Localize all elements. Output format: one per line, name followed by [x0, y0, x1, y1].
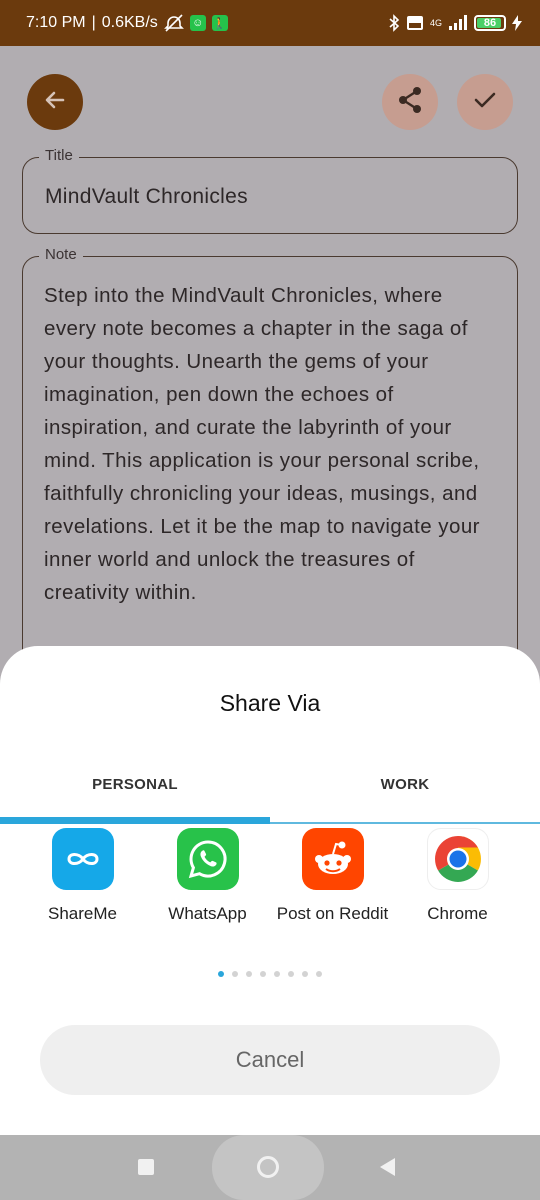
app-notification-icon: ☺: [189, 15, 206, 31]
back-button[interactable]: [27, 74, 83, 130]
tab-personal[interactable]: PERSONAL: [0, 776, 270, 793]
title-field[interactable]: Title MindVault Chronicles: [22, 147, 518, 234]
share-icon: [397, 86, 423, 119]
page-dot: [316, 971, 322, 977]
page-indicator: [0, 971, 540, 977]
status-bar: 7:10 PM | 0.6KB/s ☺ 🚶 4G 86: [0, 0, 540, 46]
back-triangle-icon[interactable]: [380, 1158, 395, 1176]
charging-icon: [512, 15, 522, 31]
share-button[interactable]: [382, 74, 438, 130]
bluetooth-icon: [388, 14, 400, 32]
volte-icon: [406, 15, 424, 31]
battery-icon: 86: [474, 15, 506, 31]
app-label: Post on Reddit: [276, 904, 389, 923]
share-target-reddit[interactable]: Post on Reddit: [270, 828, 395, 924]
title-value: MindVault Chronicles: [45, 185, 248, 208]
app-label: Chrome: [427, 904, 488, 923]
signal-icon: [448, 15, 468, 31]
share-sheet-title: Share Via: [219, 690, 321, 716]
share-target-chrome[interactable]: Chrome: [395, 828, 520, 924]
page-dot: [246, 971, 252, 977]
home-icon[interactable]: [257, 1156, 279, 1178]
chrome-icon: [426, 828, 489, 890]
fitness-notification-icon: 🚶: [211, 15, 228, 31]
share-target-whatsapp[interactable]: WhatsApp: [145, 828, 270, 924]
network-type: 4G: [429, 18, 442, 28]
check-icon: [472, 87, 498, 118]
page-dot: [218, 971, 224, 977]
recents-icon[interactable]: [138, 1159, 154, 1175]
title-label: Title: [39, 147, 79, 164]
status-speed: 0.6KB/s: [101, 14, 158, 31]
status-time: 7:10 PM: [26, 14, 86, 31]
save-button[interactable]: [457, 74, 513, 130]
arrow-left-icon: [42, 87, 68, 118]
note-label: Note: [39, 246, 83, 263]
alarm-off-icon: [163, 14, 184, 32]
reddit-icon: [301, 828, 364, 890]
whatsapp-icon: [176, 828, 239, 890]
tab-indicator: [0, 817, 270, 824]
page-dot: [232, 971, 238, 977]
page-dot: [274, 971, 280, 977]
navigation-bar: [0, 1135, 540, 1200]
battery-level: 86: [483, 17, 497, 29]
app-label: ShareMe: [48, 904, 117, 923]
cancel-button[interactable]: Cancel: [40, 1025, 500, 1095]
page-dot: [288, 971, 294, 977]
app-label: WhatsApp: [168, 904, 247, 923]
note-value: Step into the MindVault Chronicles, wher…: [44, 284, 480, 604]
tab-work[interactable]: WORK: [270, 776, 540, 793]
page-dot: [302, 971, 308, 977]
shareme-icon: [51, 828, 114, 890]
page-dot: [260, 971, 266, 977]
share-target-shareme[interactable]: ShareMe: [20, 828, 145, 924]
status-separator: |: [91, 14, 96, 31]
